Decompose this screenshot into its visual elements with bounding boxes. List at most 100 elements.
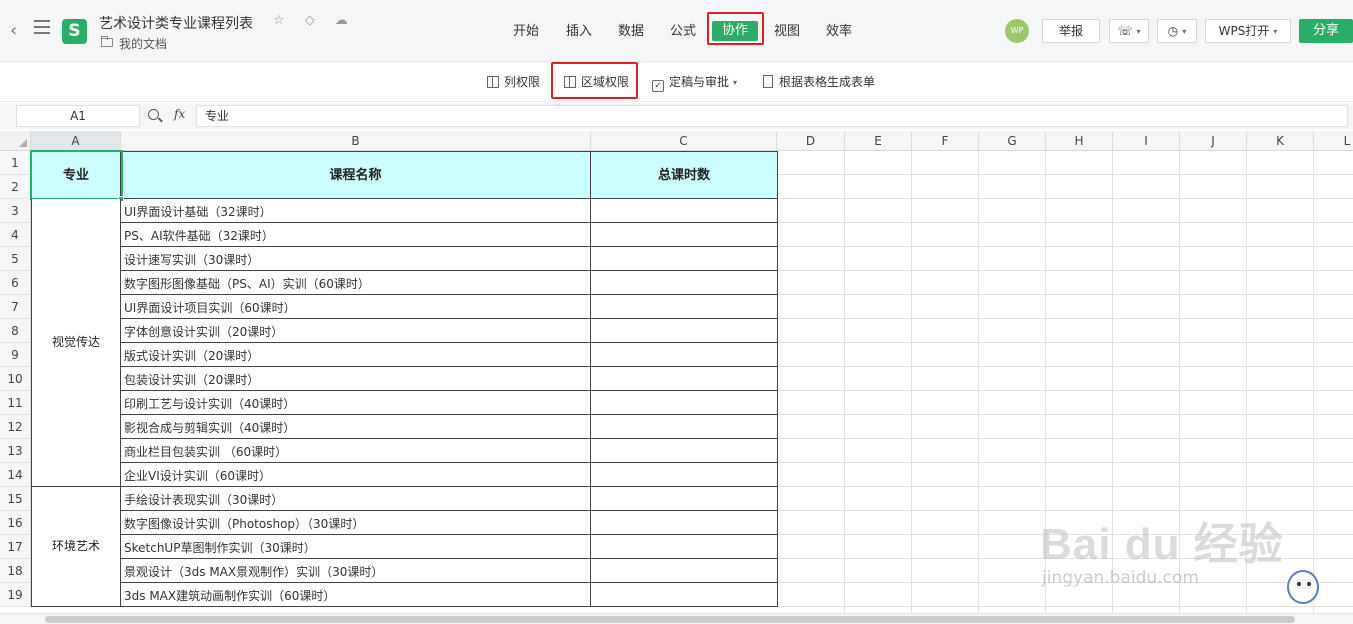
total-hours-cell[interactable]	[591, 223, 777, 246]
name-box[interactable]: A1	[16, 105, 140, 127]
column-header-d[interactable]: D	[777, 131, 845, 151]
course-name-cell[interactable]: 商业栏目包装实训 （60课时）	[124, 443, 287, 460]
tab-insert[interactable]: 插入	[566, 22, 592, 42]
table-row[interactable]: 数字图像设计实训（Photoshop）（30课时）	[121, 511, 778, 535]
row-header-2[interactable]: 2	[0, 175, 31, 199]
total-hours-cell[interactable]	[591, 559, 777, 582]
back-arrow-icon[interactable]: ‹	[10, 20, 17, 41]
course-name-cell[interactable]: 数字图像设计实训（Photoshop）（30课时）	[124, 515, 364, 532]
table-row[interactable]: 手绘设计表现实训（30课时）	[121, 487, 778, 511]
table-row[interactable]: 设计速写实训（30课时）	[121, 247, 778, 271]
header-cell-course-name[interactable]: 课程名称	[121, 151, 591, 199]
row-header-6[interactable]: 6	[0, 271, 31, 295]
table-row[interactable]: 景观设计（3ds MAX景观制作）实训（30课时）	[121, 559, 778, 583]
scrollbar-thumb[interactable]	[45, 616, 1295, 623]
column-header-h[interactable]: H	[1046, 131, 1113, 151]
document-title[interactable]: 艺术设计类专业课程列表	[99, 13, 253, 33]
phone-call-button[interactable]: ☏ ▾	[1109, 19, 1149, 43]
course-name-cell[interactable]: SketchUP草图制作实训（30课时）	[124, 539, 316, 556]
table-row[interactable]: UI界面设计基础（32课时）	[121, 199, 778, 223]
total-hours-cell[interactable]	[591, 319, 777, 342]
column-header-a[interactable]: A	[31, 131, 121, 151]
row-header-5[interactable]: 5	[0, 247, 31, 271]
zoom-icon[interactable]	[148, 109, 159, 120]
major-cell[interactable]: 环境艺术	[31, 487, 121, 607]
spreadsheet-grid[interactable]: A B C D E F G H I J K L 1 2 3 4 5 6 7 8 9 10 11 12 13 14 15 16 17 18 1…	[0, 131, 1353, 613]
row-header-16[interactable]: 16	[0, 511, 31, 535]
table-row[interactable]: UI界面设计项目实训（60课时）	[121, 295, 778, 319]
total-hours-cell[interactable]	[591, 271, 777, 294]
column-header-b[interactable]: B	[121, 131, 591, 151]
total-hours-cell[interactable]	[591, 415, 777, 438]
course-name-cell[interactable]: 手绘设计表现实训（30课时）	[124, 491, 283, 508]
total-hours-cell[interactable]	[591, 343, 777, 366]
total-hours-cell[interactable]	[591, 439, 777, 462]
table-row[interactable]: 版式设计实训（20课时）	[121, 343, 778, 367]
hamburger-menu-icon[interactable]	[34, 20, 50, 34]
course-name-cell[interactable]: 设计速写实训（30课时）	[124, 251, 259, 268]
total-hours-cell[interactable]	[591, 535, 777, 558]
row-header-18[interactable]: 18	[0, 559, 31, 583]
table-row[interactable]: 数字图形图像基础（PS、AI）实训（60课时）	[121, 271, 778, 295]
title-action-icons[interactable]: ☆ ◇ ☁	[273, 13, 356, 28]
total-hours-cell[interactable]	[591, 199, 777, 222]
row-header-1[interactable]: 1	[0, 151, 31, 175]
tab-efficiency[interactable]: 效率	[826, 22, 852, 42]
generate-form-button[interactable]: 根据表格生成表单	[763, 73, 875, 90]
row-header-15[interactable]: 15	[0, 487, 31, 511]
course-name-cell[interactable]: 影视合成与剪辑实训（40课时）	[124, 419, 295, 436]
course-name-cell[interactable]: UI界面设计项目实训（60课时）	[124, 299, 296, 316]
area-permission-button[interactable]: 区域权限	[564, 73, 629, 90]
course-name-cell[interactable]: 企业VI设计实训（60课时）	[124, 467, 271, 484]
total-hours-cell[interactable]	[591, 367, 777, 390]
select-all-corner[interactable]	[0, 131, 31, 151]
total-hours-cell[interactable]	[591, 391, 777, 414]
column-header-f[interactable]: F	[912, 131, 979, 151]
tab-collaborate[interactable]: 协作	[712, 21, 759, 41]
table-row[interactable]: 印刷工艺与设计实训（40课时）	[121, 391, 778, 415]
row-header-4[interactable]: 4	[0, 223, 31, 247]
row-header-10[interactable]: 10	[0, 367, 31, 391]
fx-icon[interactable]: fx	[174, 107, 185, 121]
row-header-13[interactable]: 13	[0, 439, 31, 463]
course-name-cell[interactable]: 版式设计实训（20课时）	[124, 347, 259, 364]
row-header-11[interactable]: 11	[0, 391, 31, 415]
column-header-l[interactable]: L	[1314, 131, 1353, 151]
wps-open-button[interactable]: WPS打开 ▾	[1205, 19, 1291, 43]
tab-view[interactable]: 视图	[774, 22, 800, 42]
table-row[interactable]: 3ds MAX建筑动画制作实训（60课时）	[121, 583, 778, 607]
row-header-8[interactable]: 8	[0, 319, 31, 343]
column-header-k[interactable]: K	[1247, 131, 1314, 151]
course-name-cell[interactable]: 景观设计（3ds MAX景观制作）实训（30课时）	[124, 563, 383, 580]
table-row[interactable]: PS、AI软件基础（32课时）	[121, 223, 778, 247]
finalize-approve-button[interactable]: ✓ 定稿与审批 ▾	[652, 73, 737, 92]
row-header-9[interactable]: 9	[0, 343, 31, 367]
formula-input[interactable]: 专业	[196, 105, 1348, 127]
table-row[interactable]: 字体创意设计实训（20课时）	[121, 319, 778, 343]
table-row[interactable]: 商业栏目包装实训 （60课时）	[121, 439, 778, 463]
course-name-cell[interactable]: 3ds MAX建筑动画制作实训（60课时）	[124, 587, 335, 604]
header-cell-total-hours[interactable]: 总课时数	[591, 151, 778, 199]
row-header-19[interactable]: 19	[0, 583, 31, 607]
row-header-7[interactable]: 7	[0, 295, 31, 319]
total-hours-cell[interactable]	[591, 487, 777, 510]
total-hours-cell[interactable]	[591, 295, 777, 318]
row-header-12[interactable]: 12	[0, 415, 31, 439]
tab-formula[interactable]: 公式	[670, 22, 696, 42]
horizontal-scrollbar[interactable]	[0, 613, 1353, 624]
table-row[interactable]: 影视合成与剪辑实训（40课时）	[121, 415, 778, 439]
tab-start[interactable]: 开始	[513, 22, 539, 42]
total-hours-cell[interactable]	[591, 511, 777, 534]
tab-data[interactable]: 数据	[618, 22, 644, 42]
document-location[interactable]: 我的文档	[119, 35, 167, 52]
row-header-14[interactable]: 14	[0, 463, 31, 487]
total-hours-cell[interactable]	[591, 463, 777, 486]
course-name-cell[interactable]: 数字图形图像基础（PS、AI）实训（60课时）	[124, 275, 370, 292]
user-avatar[interactable]: WP	[1005, 19, 1029, 43]
column-permission-button[interactable]: 列权限	[487, 73, 540, 90]
column-header-g[interactable]: G	[979, 131, 1046, 151]
table-row[interactable]: 包装设计实训（20课时）	[121, 367, 778, 391]
table-row[interactable]: 企业VI设计实训（60课时）	[121, 463, 778, 487]
column-header-j[interactable]: J	[1180, 131, 1247, 151]
course-name-cell[interactable]: 印刷工艺与设计实训（40课时）	[124, 395, 295, 412]
